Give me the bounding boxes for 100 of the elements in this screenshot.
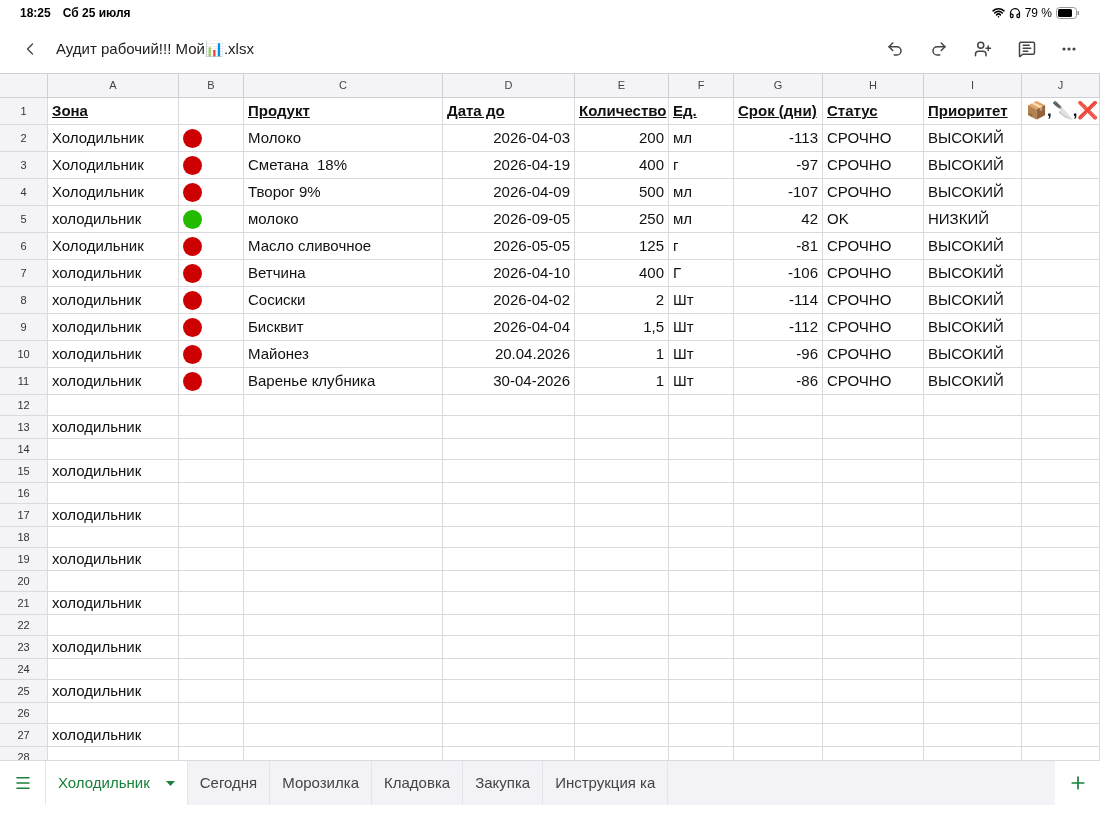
row-number[interactable]: 3: [20, 156, 27, 174]
column-title: Зона: [52, 100, 88, 121]
table-cell-text: НИЗКИЙ: [928, 208, 989, 229]
table-cell-text: Сметана 18%: [248, 154, 348, 175]
table-cell-text: холодильник: [52, 636, 142, 657]
table-cell-text: 42: [801, 208, 818, 229]
table-cell-text: холодильник: [52, 289, 142, 310]
table-cell-text: -114: [789, 289, 818, 310]
table-cell-text: Сосиски: [248, 289, 306, 310]
table-cell-text: Г: [673, 262, 682, 283]
table-cell-text: ВЫСОКИЙ: [928, 262, 1004, 283]
table-cell-text: холодильник: [52, 343, 142, 364]
table-cell-text: 2026-04-10: [493, 262, 570, 283]
row-number[interactable]: 11: [17, 372, 30, 390]
table-cell-text: Творог 9%: [248, 181, 321, 202]
row-number[interactable]: 6: [20, 237, 27, 255]
table-cell-text: холодильник: [52, 504, 142, 525]
table-cell-text: 2026-05-05: [493, 235, 570, 256]
wifi-icon: [991, 6, 1005, 19]
table-cell-text: ВЫСОКИЙ: [928, 316, 1004, 337]
table-cell-text: холодильник: [52, 724, 142, 745]
table-cell-text: СРОЧНО: [827, 289, 892, 310]
table-cell-text: -106: [787, 262, 818, 283]
row-number[interactable]: 10: [17, 345, 30, 363]
column-letter[interactable]: B: [207, 77, 215, 94]
row-number[interactable]: 1: [20, 102, 27, 120]
table-cell-text: ВЫСОКИЙ: [928, 235, 1004, 256]
column-letter[interactable]: G: [773, 77, 783, 94]
table-cell-text: Шт: [673, 316, 694, 337]
table-cell-text: холодильник: [52, 370, 142, 391]
row-number[interactable]: 4: [20, 183, 27, 201]
column-letter[interactable]: A: [109, 77, 117, 94]
table-cell-text: 400: [638, 262, 664, 283]
table-cell-text: СРОЧНО: [827, 316, 892, 337]
column-title: Срок (дни): [738, 100, 817, 121]
table-cell-text: Шт: [673, 370, 694, 391]
column-title: Дата до: [447, 100, 505, 121]
column-letter[interactable]: H: [869, 77, 877, 94]
table-cell-text: 250: [638, 208, 664, 229]
table-cell-text: 2026-04-04: [493, 316, 570, 337]
table-cell-text: Холодильник: [52, 127, 144, 148]
table-cell-text: холодильник: [52, 416, 142, 437]
table-cell-text: 2026-09-05: [493, 208, 570, 229]
more-icon: [1062, 47, 1076, 51]
row-number[interactable]: 8: [20, 291, 27, 309]
sheets-menu-button[interactable]: [0, 761, 45, 805]
add-sheet-button[interactable]: [1055, 761, 1100, 805]
table-cell-text: Холодильник: [52, 154, 144, 175]
redo-icon: [930, 40, 948, 58]
add-person-icon: [974, 40, 992, 58]
column-letter[interactable]: J: [1057, 77, 1064, 94]
table-cell-text: Шт: [673, 343, 694, 364]
row-number[interactable]: 2: [20, 129, 27, 147]
table-cell-text: -112: [789, 316, 818, 337]
row-number[interactable]: 5: [20, 210, 27, 228]
table-cell-text: холодильник: [52, 548, 142, 569]
table-cell-text: мл: [673, 208, 693, 229]
table-cell-text: 200: [638, 127, 664, 148]
column-title: 📦,🔪,❌: [1026, 100, 1099, 123]
headphones-icon: [1008, 6, 1021, 19]
table-cell-text: Варенье клубника: [248, 370, 376, 391]
menu-icon: [13, 774, 32, 792]
sheet-tab[interactable]: Холодильник: [45, 761, 188, 805]
battery-percent: 79 %: [1024, 4, 1052, 22]
table-cell-text: холодильник: [52, 316, 142, 337]
table-cell-text: 2026-04-09: [493, 181, 570, 202]
table-cell-text: ВЫСОКИЙ: [928, 370, 1004, 391]
table-cell-text: ВЫСОКИЙ: [928, 289, 1004, 310]
column-letter[interactable]: E: [617, 77, 626, 94]
table-cell-text: холодильник: [52, 592, 142, 613]
table-cell-text: -113: [789, 127, 818, 148]
column-letter[interactable]: C: [339, 77, 347, 94]
table-cell-text: -96: [796, 343, 818, 364]
table-cell-text: 125: [638, 235, 664, 256]
column-letter[interactable]: D: [504, 77, 513, 94]
table-cell-text: холодильник: [52, 208, 142, 229]
table-cell-text: СРОЧНО: [827, 235, 892, 256]
row-number[interactable]: 7: [20, 264, 27, 282]
battery-icon: [1056, 6, 1080, 19]
table-cell-text: 500: [638, 181, 664, 202]
table-cell-text: молоко: [248, 208, 299, 229]
table-cell-text: -107: [787, 181, 818, 202]
table-cell-text: холодильник: [52, 262, 142, 283]
table-cell-text: -97: [796, 154, 818, 175]
table-cell-text: 1: [655, 343, 664, 364]
column-title: Количество: [579, 100, 667, 121]
table-cell-text: г: [673, 235, 679, 256]
table-cell-text: Масло сливочное: [248, 235, 372, 256]
table-cell-text: ВЫСОКИЙ: [928, 154, 1004, 175]
column-letter[interactable]: F: [697, 77, 705, 94]
column-title: Продукт: [248, 100, 310, 121]
table-cell-text: 30-04-2026: [493, 370, 570, 391]
row-number[interactable]: 9: [20, 318, 27, 336]
table-cell-text: Ветчина: [248, 262, 306, 283]
table-cell-text: Холодильник: [52, 235, 144, 256]
column-letter[interactable]: I: [970, 77, 975, 94]
table-cell-text: ВЫСОКИЙ: [928, 343, 1004, 364]
table-cell-text: 400: [638, 154, 664, 175]
table-cell-text: 2026-04-19: [493, 154, 570, 175]
table-cell-text: 2: [655, 289, 664, 310]
